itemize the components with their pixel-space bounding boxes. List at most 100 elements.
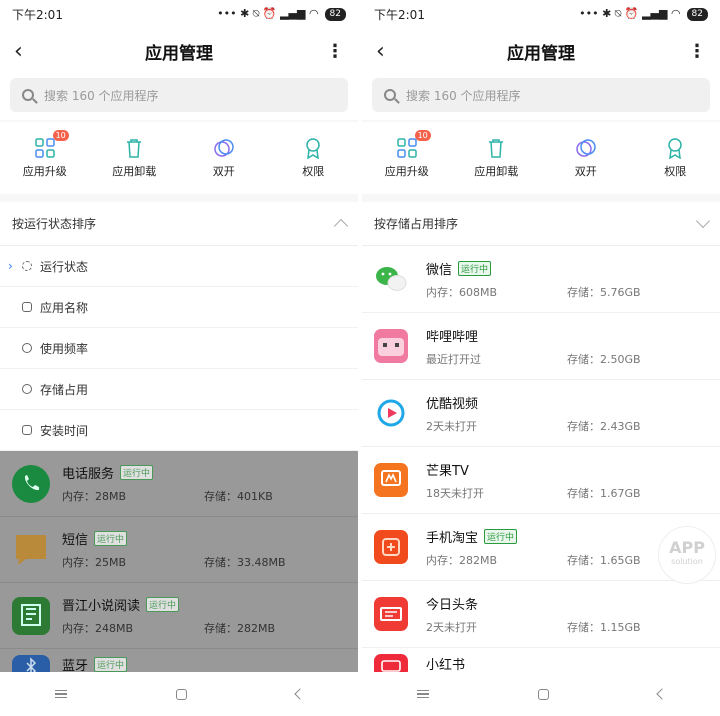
- sort-option-running[interactable]: › 运行状态: [0, 246, 358, 287]
- page-title: 应用管理: [145, 43, 213, 64]
- list-item[interactable]: 优酷视频 2天未打开 存储：2.43GB: [362, 380, 720, 447]
- recent-apps-icon[interactable]: [54, 690, 67, 698]
- sort-option-storage[interactable]: 存储占用: [0, 369, 358, 410]
- screen-right: 下午2:01 ••• ✱ ⍉ ⏰ ▂▄▆ ◠ 82 ‹ 应用管理 ⋮ 搜索 16…: [362, 0, 720, 716]
- install-time-icon: [22, 425, 32, 435]
- update-apps-button[interactable]: 10 应用升级: [10, 130, 80, 179]
- more-icon[interactable]: ⋮: [682, 41, 706, 62]
- back-icon[interactable]: ‹: [14, 39, 38, 64]
- status-time: 下午2:01: [12, 7, 63, 22]
- app-storage: 存储：5.76GB: [567, 285, 641, 299]
- search-icon: [384, 89, 396, 101]
- navigation-bar: [0, 672, 358, 716]
- watermark-logo: APP solution: [658, 526, 716, 584]
- app-memory: 内存：608MB: [426, 285, 498, 299]
- uninstall-apps-button[interactable]: 应用卸载: [461, 137, 531, 179]
- status-icons: ••• ✱ ⍉ ⏰ ▂▄▆ ◠ 82: [579, 7, 708, 21]
- app-name-icon: [22, 302, 32, 312]
- nav-back-icon[interactable]: [655, 688, 668, 700]
- permission-badge-icon: [664, 137, 686, 160]
- page-title: 应用管理: [507, 43, 575, 64]
- home-icon[interactable]: [175, 688, 187, 700]
- recent-apps-icon[interactable]: [416, 690, 429, 698]
- search-input[interactable]: 搜索 160 个应用程序: [372, 78, 710, 112]
- signal-icons: ••• ✱ ⍉ ⏰ ▂▄▆ ◠: [579, 7, 681, 20]
- list-item[interactable]: 今日头条 2天未打开 存储：1.15GB: [362, 581, 720, 648]
- action-row: 10 应用升级 应用卸载 双开 权限: [0, 122, 358, 194]
- app-memory: 内存：28MB: [62, 490, 127, 503]
- running-badge: 运行中: [94, 657, 128, 672]
- running-badge: 运行中: [94, 531, 128, 546]
- status-icons: ••• ✱ ⍉ ⏰ ▂▄▆ ◠ 82: [217, 7, 346, 21]
- search-wrap: 搜索 160 个应用程序: [0, 74, 358, 120]
- storage-icon: [22, 384, 32, 394]
- app-name: 哔哩哔哩: [426, 329, 479, 345]
- sort-label: 按存储占用排序: [374, 217, 459, 231]
- app-storage: 存储：282MB: [204, 622, 276, 635]
- chevron-down-icon[interactable]: [695, 213, 711, 228]
- list-item[interactable]: 短信 运行中 内存：25MB 存储：33.48MB: [0, 517, 358, 583]
- running-badge: 运行中: [146, 597, 180, 612]
- sort-option-name[interactable]: 应用名称: [0, 287, 358, 328]
- home-icon[interactable]: [537, 688, 549, 700]
- update-count-badge: 10: [414, 130, 431, 141]
- list-item[interactable]: 电话服务 运行中 内存：28MB 存储：401KB: [0, 451, 358, 517]
- uninstall-apps-label: 应用卸载: [112, 165, 157, 178]
- app-last-opened: 2天未打开: [426, 419, 477, 433]
- list-item[interactable]: 微信 运行中 内存：608MB 存储：5.76GB: [362, 246, 720, 313]
- app-storage: 存储：2.50GB: [567, 352, 641, 366]
- permissions-button[interactable]: 权限: [640, 137, 710, 179]
- app-name: 电话服务: [62, 467, 115, 482]
- running-status-icon: [22, 261, 32, 271]
- app-name: 优酷视频: [426, 396, 479, 412]
- app-list: 微信 运行中 内存：608MB 存储：5.76GB 哔哩哔哩 最近打开过 存储：2.5…: [362, 246, 720, 682]
- mango-tv-icon: [374, 463, 408, 497]
- dual-app-icon: [213, 137, 235, 159]
- app-storage: 存储：401KB: [204, 490, 273, 503]
- watermark-line1: APP: [669, 538, 705, 557]
- sort-label: 按运行状态排序: [12, 217, 97, 231]
- search-placeholder: 搜索 160 个应用程序: [44, 88, 159, 103]
- sort-option-frequency[interactable]: 使用频率: [0, 328, 358, 369]
- app-storage: 存储：2.43GB: [567, 419, 641, 433]
- title-bar: ‹ 应用管理 ⋮: [362, 28, 720, 74]
- app-memory: 内存：248MB: [62, 622, 134, 635]
- app-name: 今日头条: [426, 597, 479, 613]
- sort-bar[interactable]: 按运行状态排序: [0, 202, 358, 246]
- more-icon[interactable]: ⋮: [320, 41, 344, 62]
- signal-icons: ••• ✱ ⍉ ⏰ ▂▄▆ ◠: [217, 7, 319, 20]
- search-input[interactable]: 搜索 160 个应用程序: [10, 78, 348, 112]
- grid-update-icon: 10: [34, 130, 69, 159]
- dual-apps-button[interactable]: 双开: [189, 137, 259, 179]
- app-storage: 存储：1.65GB: [567, 553, 641, 567]
- list-item[interactable]: 芒果TV 18天未打开 存储：1.67GB: [362, 447, 720, 514]
- uninstall-apps-label: 应用卸载: [474, 165, 519, 178]
- phone-service-icon: [12, 464, 50, 503]
- permissions-label: 权限: [302, 165, 325, 178]
- update-count-badge: 10: [52, 130, 69, 141]
- running-badge: 运行中: [484, 528, 518, 544]
- jinjiang-novel-icon: [12, 596, 50, 635]
- sort-bar[interactable]: 按存储占用排序: [362, 202, 720, 246]
- nav-back-icon[interactable]: [293, 688, 306, 700]
- update-apps-label: 应用升级: [22, 165, 67, 178]
- app-name: 晋江小说阅读: [62, 599, 141, 614]
- update-apps-button[interactable]: 10 应用升级: [372, 130, 442, 179]
- battery-icon: 82: [324, 7, 346, 21]
- list-item[interactable]: 哔哩哔哩 最近打开过 存储：2.50GB: [362, 313, 720, 380]
- dual-app-icon: [575, 137, 597, 159]
- dual-apps-button[interactable]: 双开: [551, 137, 621, 179]
- app-last-opened: 2天未打开: [426, 620, 477, 634]
- sort-option-install-time[interactable]: 安装时间: [0, 410, 358, 451]
- list-item[interactable]: 晋江小说阅读 运行中 内存：248MB 存储：282MB: [0, 583, 358, 649]
- search-placeholder: 搜索 160 个应用程序: [406, 88, 521, 103]
- sort-option-label: 安装时间: [40, 423, 89, 438]
- permissions-button[interactable]: 权限: [278, 137, 348, 179]
- screen-left: 下午2:01 ••• ✱ ⍉ ⏰ ▂▄▆ ◠ 82 ‹ 应用管理 ⋮ 搜索 16…: [0, 0, 358, 716]
- chevron-up-icon[interactable]: [333, 218, 349, 233]
- wechat-icon: [374, 262, 408, 296]
- update-apps-label: 应用升级: [384, 165, 429, 178]
- back-icon[interactable]: ‹: [376, 39, 400, 64]
- sort-option-label: 运行状态: [40, 259, 89, 274]
- uninstall-apps-button[interactable]: 应用卸载: [99, 137, 169, 179]
